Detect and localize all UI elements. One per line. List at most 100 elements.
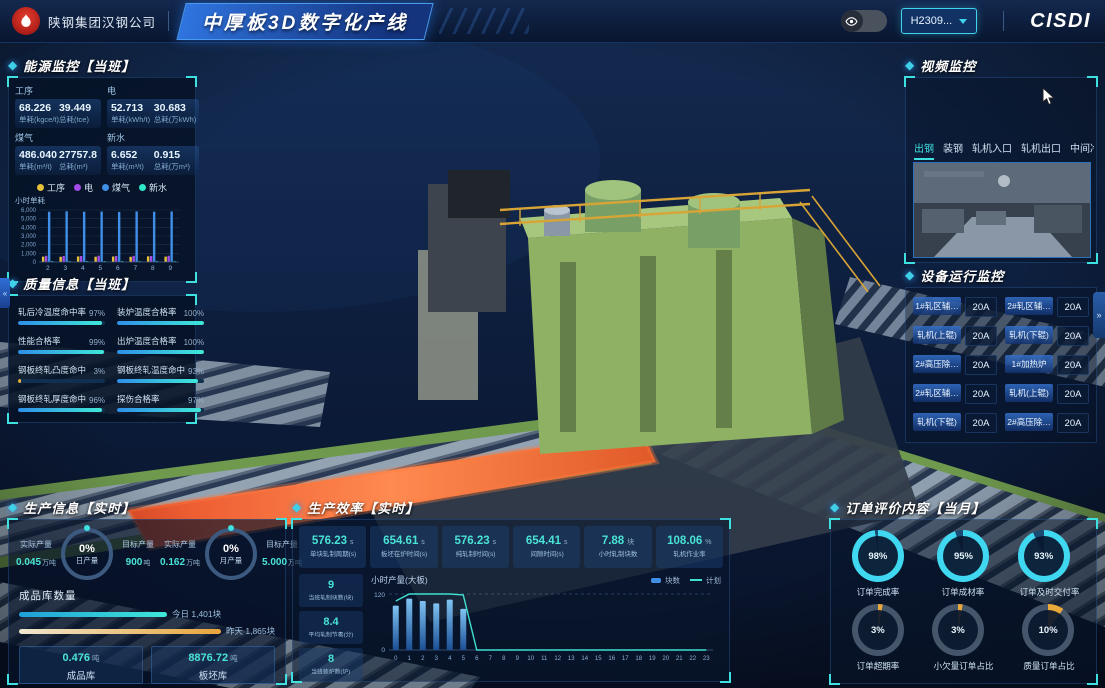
- devices-expand-handle[interactable]: »: [1093, 292, 1105, 338]
- diamond-icon: ◆: [905, 269, 914, 281]
- order-percent: 10%: [1039, 625, 1058, 636]
- video-tab-2[interactable]: 装钢: [943, 140, 963, 160]
- panel-orders: ◆ 订单评价内容【当月】 98%订单完成率95%订单成材率93%订单及时交付率3…: [830, 498, 1097, 684]
- inventory-bar-label: 今日 1,401块: [172, 608, 221, 620]
- energy-value: 0.915: [154, 149, 195, 161]
- video-tab-4[interactable]: 轧机出口: [1021, 140, 1061, 160]
- chart-legend-item[interactable]: 计划: [690, 575, 721, 586]
- side-stat-value: 8: [328, 653, 334, 665]
- order-metric: 3%小欠量订单占比: [932, 604, 995, 672]
- quality-metric: 钢板终轧温度命中93%: [117, 364, 204, 383]
- actual-unit: 万吨: [186, 560, 200, 567]
- device-status-item[interactable]: 2#高压除…20A: [913, 355, 997, 375]
- actual-value: 0.162: [160, 557, 185, 568]
- svg-text:120: 120: [374, 592, 385, 599]
- quality-metric-label: 钢板终轧厚度命中: [18, 393, 86, 405]
- energy-card-2: 电52.713单耗(kWh/t)30.683总耗(万kWh): [107, 83, 199, 128]
- energy-unit: 单耗(kWh/t): [111, 114, 152, 125]
- device-status-item[interactable]: 轧机(上辊)20A: [913, 326, 997, 346]
- order-label: 订单完成率: [853, 585, 902, 597]
- order-label: 质量订单占比: [1023, 659, 1074, 671]
- svg-text:12: 12: [554, 656, 561, 662]
- device-status-item[interactable]: 2#轧区辅…20A: [1005, 297, 1089, 317]
- legend-item[interactable]: 电: [74, 181, 93, 194]
- heat-number-dropdown[interactable]: H2309...: [901, 8, 978, 34]
- legend-item[interactable]: 煤气: [102, 181, 130, 194]
- diamond-icon: ◆: [8, 59, 17, 71]
- target-unit: 吨: [143, 560, 150, 567]
- production-groups: 实际产量0.045万吨0%日产量目标产量900吨实际产量0.162万吨0%月产量…: [9, 520, 285, 582]
- video-panel-body: 出钢装钢轧机入口轧机出口中间冷电加热: [905, 77, 1097, 263]
- device-status-item[interactable]: 1#轧区辅…20A: [913, 297, 997, 317]
- legend-item[interactable]: 工序: [37, 181, 65, 194]
- energy-value: 486.040: [19, 149, 57, 161]
- video-tab-1[interactable]: 出钢: [914, 140, 934, 160]
- quality-metric: 轧后冷温度命中率97%: [18, 306, 105, 325]
- energy-card-values: 52.713单耗(kWh/t)30.683总耗(万kWh): [107, 99, 199, 128]
- actual-label: 实际产量: [15, 539, 57, 550]
- order-metric: 3%订单超期率: [852, 604, 904, 672]
- efficiency-value: 576.23 s: [455, 535, 497, 547]
- device-status-item[interactable]: 1#加热炉20A: [1005, 355, 1089, 375]
- legend-item[interactable]: 新水: [139, 181, 167, 194]
- video-tab-5[interactable]: 中间冷: [1070, 140, 1094, 160]
- quality-progress-track: [18, 321, 105, 325]
- panel-collapse-handle[interactable]: «: [0, 278, 10, 308]
- svg-text:4,000: 4,000: [21, 225, 37, 231]
- svg-text:3: 3: [63, 265, 67, 272]
- device-status-item[interactable]: 轧机(下辊)20A: [1005, 326, 1089, 346]
- device-grid: 1#轧区辅…20A2#轧区辅…20A轧机(上辊)20A轧机(下辊)20A2#高压…: [906, 288, 1096, 442]
- svg-text:5: 5: [98, 265, 102, 272]
- order-donut: 93%: [1018, 530, 1070, 582]
- efficiency-label: 板坯在炉时间(s): [381, 549, 427, 558]
- energy-card-3: 煤气486.040单耗(m³/t)27757.8总耗(m³): [15, 130, 101, 175]
- legend-dot: [74, 184, 81, 191]
- quality-metric-value: 97%: [89, 309, 105, 318]
- quality-progress-track: [18, 379, 105, 383]
- production-panel-body: 实际产量0.045万吨0%日产量目标产量900吨实际产量0.162万吨0%月产量…: [8, 519, 286, 684]
- device-status-item[interactable]: 2#轧区辅…20A: [913, 384, 997, 404]
- video-feed[interactable]: [913, 162, 1091, 258]
- svg-text:20: 20: [662, 656, 669, 662]
- production-donut: 0%月产量: [205, 528, 257, 580]
- device-name: 2#轧区辅…: [913, 384, 961, 402]
- svg-text:17: 17: [622, 656, 629, 662]
- device-current: 20A: [1057, 413, 1089, 433]
- bar-swatch: [651, 578, 661, 583]
- quality-progress-track: [117, 379, 204, 383]
- energy-panel-body: 工序68.226单耗(kgce/t)39.449总耗(tce)电52.713单耗…: [8, 77, 196, 282]
- svg-text:2: 2: [46, 265, 50, 272]
- panel-energy: ◆ 能源监控【当班】 工序68.226单耗(kgce/t)39.449总耗(tc…: [8, 56, 196, 282]
- svg-text:2,000: 2,000: [21, 243, 37, 249]
- device-name: 2#轧区辅…: [1005, 297, 1053, 315]
- inventory-box: 8876.72 吨板坯库: [151, 646, 275, 684]
- chart-legend-item[interactable]: 块数: [651, 575, 680, 586]
- flame-icon: [18, 13, 34, 29]
- device-current: 20A: [1057, 384, 1089, 404]
- legend-label: 电: [84, 181, 93, 194]
- energy-value: 39.449: [59, 102, 97, 114]
- device-status-item[interactable]: 轧机(上辊)20A: [1005, 384, 1089, 404]
- quality-metric-grid: 轧后冷温度命中率97%装炉温度合格率100%性能合格率99%出炉温度合格率100…: [9, 296, 195, 422]
- order-percent: 3%: [871, 625, 885, 636]
- svg-text:6: 6: [475, 656, 479, 662]
- side-stat-value: 9: [328, 579, 334, 591]
- hourly-chart-legend: 块数计划: [651, 575, 721, 586]
- video-tab-3[interactable]: 轧机入口: [972, 140, 1012, 160]
- legend-label: 新水: [149, 181, 167, 194]
- inventory-bar-label: 昨天 1,865块: [226, 625, 275, 637]
- visibility-toggle[interactable]: [841, 10, 887, 32]
- order-donut: 3%: [852, 604, 904, 656]
- device-status-item[interactable]: 2#高压除…20A: [1005, 413, 1089, 433]
- device-name: 轧机(下辊): [913, 413, 961, 431]
- company-logo: [12, 7, 40, 35]
- order-donut-grid: 98%订单完成率95%订单成材率93%订单及时交付率3%订单超期率3%小欠量订单…: [831, 520, 1096, 682]
- panel-production: ◆ 生产信息【实时】 实际产量0.045万吨0%日产量目标产量900吨实际产量0…: [8, 498, 286, 684]
- svg-text:9: 9: [516, 656, 520, 662]
- donut-label: 月产量: [220, 555, 243, 566]
- device-name: 2#高压除…: [913, 355, 961, 373]
- device-status-item[interactable]: 轧机(下辊)20A: [913, 413, 997, 433]
- efficiency-card: 654.41 s间隙时间(s): [513, 526, 580, 568]
- energy-unit: 总耗(tce): [59, 114, 97, 125]
- efficiency-unit: s: [562, 539, 567, 546]
